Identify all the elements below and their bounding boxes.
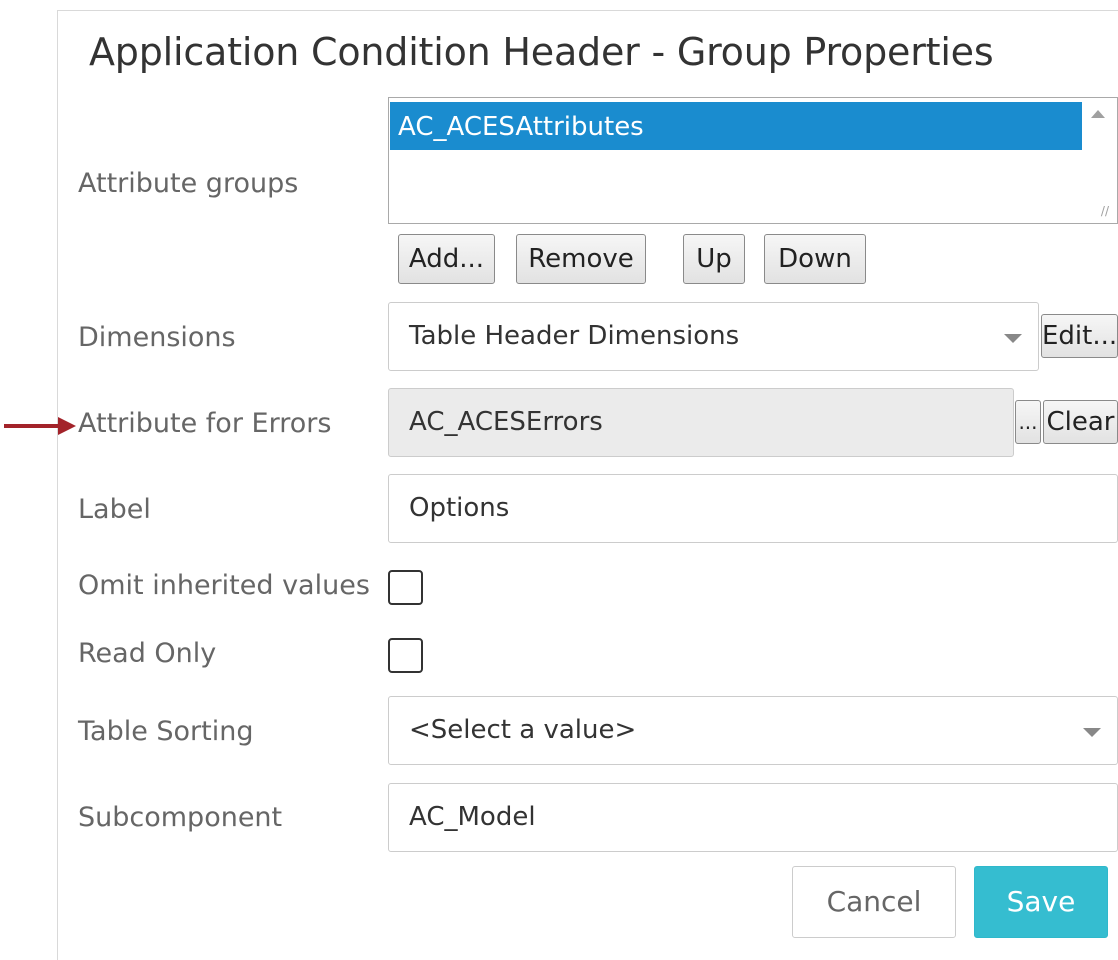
list-item[interactable]: AC_ACESAttributes xyxy=(390,102,1082,150)
up-button[interactable]: Up xyxy=(683,234,745,284)
attribute-groups-listbox[interactable]: AC_ACESAttributes // xyxy=(388,97,1118,224)
attribute-for-errors-label: Attribute for Errors xyxy=(78,408,332,439)
subcomponent-input[interactable]: AC_Model xyxy=(388,783,1118,852)
dimensions-select[interactable]: Table Header Dimensions xyxy=(388,302,1039,371)
omit-inherited-label: Omit inherited values xyxy=(78,570,370,601)
clear-button[interactable]: Clear xyxy=(1043,400,1118,444)
browse-button[interactable]: ... xyxy=(1015,400,1041,444)
save-button[interactable]: Save xyxy=(974,866,1108,938)
edit-dimensions-button[interactable]: Edit... xyxy=(1041,314,1118,358)
resize-grip-icon[interactable]: // xyxy=(1101,205,1109,217)
table-sorting-value: <Select a value> xyxy=(409,715,637,745)
read-only-label: Read Only xyxy=(78,638,217,669)
scroll-up-icon[interactable] xyxy=(1091,110,1105,118)
cancel-button[interactable]: Cancel xyxy=(792,866,956,938)
table-sorting-select[interactable]: <Select a value> xyxy=(388,696,1118,765)
dialog-title: Application Condition Header - Group Pro… xyxy=(89,30,994,74)
chevron-down-icon xyxy=(1004,334,1022,343)
label-field-label: Label xyxy=(78,494,151,525)
chevron-down-icon xyxy=(1083,728,1101,737)
subcomponent-label: Subcomponent xyxy=(78,802,283,833)
dimensions-label: Dimensions xyxy=(78,322,236,353)
omit-inherited-checkbox[interactable] xyxy=(388,570,423,605)
down-button[interactable]: Down xyxy=(764,234,866,284)
read-only-checkbox[interactable] xyxy=(388,638,423,673)
dimensions-value: Table Header Dimensions xyxy=(409,321,740,351)
attribute-for-errors-field: AC_ACESErrors xyxy=(388,388,1014,457)
table-sorting-label: Table Sorting xyxy=(78,716,254,747)
label-input[interactable]: Options xyxy=(388,474,1118,543)
remove-button[interactable]: Remove xyxy=(516,234,646,284)
attribute-groups-label: Attribute groups xyxy=(78,168,299,199)
red-arrow-icon xyxy=(4,417,76,435)
add-button[interactable]: Add... xyxy=(398,234,495,284)
